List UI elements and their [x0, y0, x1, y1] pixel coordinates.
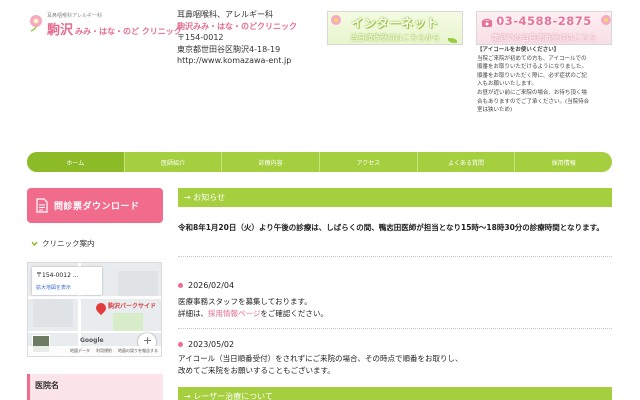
clinic-name: 駒沢みみ・はな・のどクリニック [177, 21, 297, 31]
clinic-guide-label: クリニック案内 [42, 239, 95, 248]
news-date: 2023/05/02 [178, 340, 234, 349]
clinic-info: 耳鼻咽喉科、アレルギー科 駒沢みみ・はな・のどクリニック 〒154-0012 東… [177, 9, 297, 67]
clinic-dept: 耳鼻咽喉科、アレルギー科 [177, 10, 273, 19]
map-pin-icon [93, 300, 109, 316]
icall-notice: 【アイコールをお使いください】 当院ご来院が初めての方も、アイコールでの 順番を… [477, 46, 617, 115]
news-line: アイコール（当日順番受付）をされずにご来院の場合、その時点で順番をお取りし、 [178, 354, 463, 363]
internet-banner-title: インターネット [351, 16, 439, 30]
download-button-label: 問診票ダウンロード [54, 202, 140, 212]
logo-subtitle: 耳鼻咽喉科アレルギー科 [47, 13, 103, 19]
news-date-text: 2023/05/02 [188, 340, 235, 349]
map-block [118, 271, 158, 296]
clinic-logo[interactable]: 耳鼻咽喉科アレルギー科 駒沢 みみ・はな・のど クリニック [28, 12, 182, 38]
map-terms-link[interactable]: 利用規約 [96, 348, 112, 354]
news-text: をご確認ください。 [260, 309, 328, 318]
internet-reservation-banner[interactable]: インターネット 当日順番受付はこちらから [327, 11, 463, 45]
laser-heading: → レーザー治療について [178, 387, 612, 400]
news-date-text: 2026/02/04 [188, 281, 235, 290]
news-headline: 令和8年1月20日（火）より午後の診療は、しばらくの間、鴨志田医師が担当となり1… [178, 223, 604, 232]
news-body: 医療事務スタッフを募集しております。 詳細は、採用情報ページをご確認ください。 [178, 296, 618, 320]
map-report-link[interactable]: 地図の誤りを報告する [118, 348, 158, 354]
nav-services[interactable]: 診療内容 [221, 152, 319, 172]
document-icon [36, 198, 48, 213]
bullet-dot-icon [178, 342, 183, 347]
map-road [28, 296, 161, 299]
notice-line: お昼が近い前にご来院の場合、お待ち頂く場 [477, 89, 587, 96]
recruit-page-link[interactable]: 採用情報ページ [208, 309, 260, 318]
map-block [33, 299, 73, 327]
notice-line: 順番をお取りいただけるようになりました。 [477, 64, 588, 71]
chevron-down-icon [31, 241, 38, 247]
news-line: 医療事務スタッフを募集しております。 [178, 297, 312, 306]
sidebar-section-heading: 医院名 [27, 374, 163, 400]
phone-reservation-banner[interactable]: 03-4588-2875 電話での当日順番受付はこちら [476, 11, 612, 45]
notice-line: 室は狭いため) [477, 107, 513, 114]
bullet-dot-icon [178, 283, 183, 288]
map-road [28, 331, 161, 333]
nav-faq[interactable]: よくある質問 [416, 152, 515, 172]
clinic-zip: 〒154-0012 [177, 33, 224, 43]
map-footer: 地図データ 利用規約 地図の誤りを報告する [28, 346, 161, 356]
questionnaire-download-button[interactable]: 問診票ダウンロード [27, 188, 163, 223]
news-heading: → お知らせ [178, 188, 612, 207]
internet-banner-subtitle: 当日順番受付はこちらから [350, 33, 440, 42]
news-text: 詳細は、 [178, 309, 208, 318]
notice-line: 順番をお取りいただく際に、必ず症状のご記 [477, 72, 587, 79]
embedded-map[interactable]: 〒154-0012 ... 拡大地図を表示 駒沢パークサイド Google 地図… [27, 262, 162, 357]
notice-title: 【アイコールをお使いください】 [477, 47, 560, 53]
nav-access[interactable]: アクセス [319, 152, 417, 172]
logo-clinic-name: みみ・はな・のど クリニック [75, 27, 182, 36]
news-line: 詳細は、採用情報ページをご確認ください。 [178, 308, 618, 320]
divider [178, 256, 612, 257]
divider [178, 328, 612, 329]
map-enlarge-link[interactable]: 拡大地図を表示 [36, 284, 98, 291]
map-address: 〒154-0012 ... [36, 272, 79, 279]
map-data-label: 地図データ [70, 348, 90, 353]
news-date: 2026/02/04 [178, 281, 234, 290]
map-provider-logo: Google [80, 337, 104, 344]
map-info-card: 〒154-0012 ... 拡大地図を表示 [32, 267, 102, 295]
logo-name: 駒沢 みみ・はな・のど クリニック [47, 19, 182, 38]
phone-banner-subtitle: 電話での当日順番受付はこちら [491, 33, 597, 42]
map-place-label: 駒沢パークサイド [108, 303, 157, 310]
flower-logo-icon [30, 15, 42, 32]
nav-doctors[interactable]: 医師紹介 [123, 152, 222, 172]
map-park [113, 313, 143, 333]
news-body: アイコール（当日順番受付）をされずにご来院の場合、その時点で順番をお取りし、 改… [178, 353, 618, 377]
phone-number: 03-4588-2875 [496, 14, 592, 28]
logo-brand: 駒沢 [47, 23, 74, 38]
global-nav: ホーム 医師紹介 診療内容 アクセス よくある質問 採用情報 [27, 152, 612, 172]
notice-line: 入もお願いいたします。 [477, 81, 537, 88]
nav-recruit[interactable]: 採用情報 [514, 152, 612, 172]
clinic-url: http://www.komazawa-ent.jp [177, 56, 292, 66]
clinic-guide-heading: クリニック案内 [31, 238, 95, 249]
notice-line: 合もありますのでご了承ください。(当院待合 [477, 98, 590, 105]
notice-line: 当院ご来院が初めての方も、アイコールでの [477, 55, 587, 62]
news-line: 改めてご来院をお願いすることもございます。 [178, 366, 335, 375]
clinic-address: 東京都世田谷区駒沢4-18-19 [177, 44, 281, 54]
nav-home[interactable]: ホーム [27, 152, 124, 172]
